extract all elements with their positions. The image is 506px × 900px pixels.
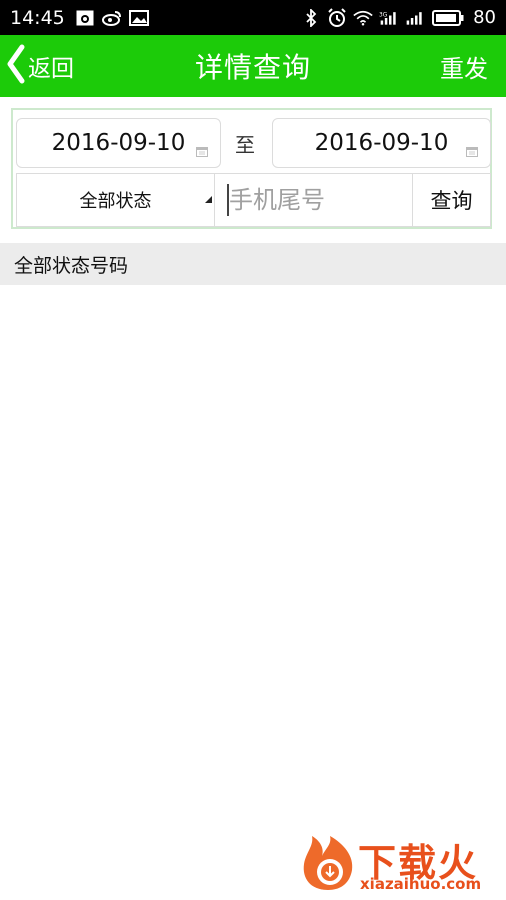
app-bar: 返回 详情查询 重发 (0, 35, 506, 97)
weibo-icon (101, 10, 122, 26)
text-cursor (227, 184, 229, 216)
flame-logo-icon (300, 834, 356, 896)
status-dropdown[interactable]: 全部状态 (17, 174, 215, 226)
date-from-field[interactable]: 2016-09-10 (16, 118, 221, 168)
phone-tail-input[interactable] (215, 174, 412, 226)
status-bar: 14:45 3G 80 (0, 0, 506, 35)
filter-panel: 2016-09-10 至 2016-09-10 全部状态 查询 (11, 108, 492, 229)
signal-3g-icon: 3G (379, 10, 399, 26)
calendar-icon (466, 137, 478, 163)
search-row: 全部状态 查询 (16, 173, 491, 227)
signal-icon (405, 10, 425, 26)
date-to-field[interactable]: 2016-09-10 (272, 118, 491, 168)
results-header: 全部状态号码 (0, 243, 506, 285)
watermark-logo: 下载火 xiazaihuo.com (300, 832, 500, 894)
phone-input-wrapper (215, 174, 413, 226)
svg-text:3G: 3G (379, 12, 388, 18)
date-range-separator: 至 (235, 132, 255, 157)
wifi-icon (353, 10, 373, 26)
page-title: 详情查询 (194, 51, 311, 84)
back-button[interactable]: 返回 (6, 35, 74, 97)
alarm-icon (327, 7, 347, 27)
watermark-subtext: xiazaihuo.com (360, 875, 482, 893)
notification-icons (75, 9, 149, 26)
query-button[interactable]: 查询 (413, 174, 490, 226)
date-from-value: 2016-09-10 (51, 130, 186, 156)
dropdown-arrow-icon (205, 187, 212, 208)
bluetooth-icon (301, 8, 321, 27)
resend-button[interactable]: 重发 (440, 35, 488, 97)
system-icons: 3G 80 (301, 7, 496, 28)
battery-level: 80 (473, 7, 496, 28)
calendar-icon (196, 137, 208, 163)
image-icon (128, 9, 149, 26)
battery-icon (431, 9, 465, 26)
chevron-left-icon (6, 44, 26, 88)
status-dropdown-value: 全部状态 (79, 191, 152, 212)
gallery-icon (75, 10, 95, 26)
back-label: 返回 (28, 56, 74, 82)
date-to-value: 2016-09-10 (314, 130, 449, 156)
status-time: 14:45 (10, 6, 65, 29)
